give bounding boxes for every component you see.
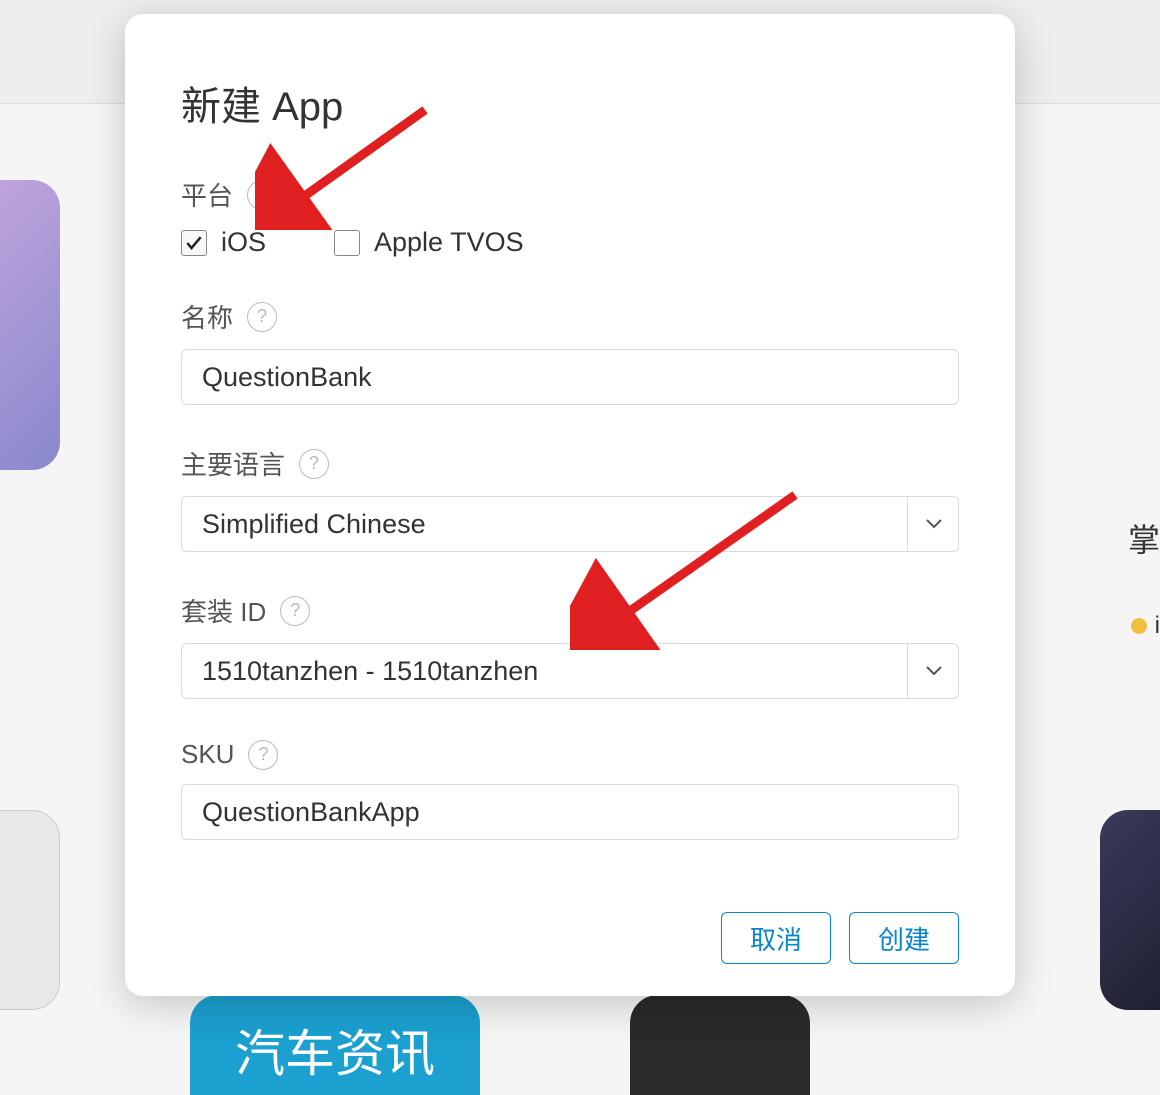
name-label: 名称 [181,298,233,335]
sku-input[interactable] [181,784,959,840]
ios-checkbox[interactable] [181,230,207,256]
sku-label: SKU [181,739,234,770]
help-icon[interactable]: ? [247,180,277,210]
modal-footer: 取消 创建 [181,884,959,964]
cancel-button[interactable]: 取消 [721,912,831,964]
bundle-id-label: 套装 ID [181,592,266,629]
language-label: 主要语言 [181,445,285,482]
help-icon[interactable]: ? [248,740,278,770]
background-app-tile-left [0,180,60,470]
background-status-char: i [1155,612,1160,640]
background-text-right: 掌 [1128,515,1160,561]
language-group: 主要语言 ? Simplified Chinese [181,445,959,552]
help-icon[interactable]: ? [247,302,277,332]
name-input[interactable] [181,349,959,405]
tvos-checkbox[interactable] [334,230,360,256]
platform-label: 平台 [181,176,233,213]
sku-group: SKU ? [181,739,959,840]
status-dot-icon [1131,618,1147,634]
background-app-tile-left2 [0,810,60,1010]
checkmark-icon [184,233,204,253]
new-app-modal: 新建 App 平台 ? iOS Apple TVOS 名称 ? [125,14,1015,996]
modal-title: 新建 App [181,74,959,132]
name-group: 名称 ? [181,298,959,405]
help-icon[interactable]: ? [280,596,310,626]
ios-checkbox-label: iOS [221,227,266,258]
tvos-checkbox-label: Apple TVOS [374,227,524,258]
help-icon[interactable]: ? [299,449,329,479]
background-app-tile-bottom2 [630,995,810,1095]
background-app-tile-bottom1: 汽车资讯 [190,995,480,1095]
create-button[interactable]: 创建 [849,912,959,964]
platform-group: 平台 ? iOS Apple TVOS [181,176,959,258]
background-app-tile-right [1100,810,1160,1010]
bundle-id-select[interactable]: 1510tanzhen - 1510tanzhen [181,643,959,699]
bundle-id-group: 套装 ID ? 1510tanzhen - 1510tanzhen [181,592,959,699]
background-status-right: i [1131,612,1160,640]
language-select[interactable]: Simplified Chinese [181,496,959,552]
